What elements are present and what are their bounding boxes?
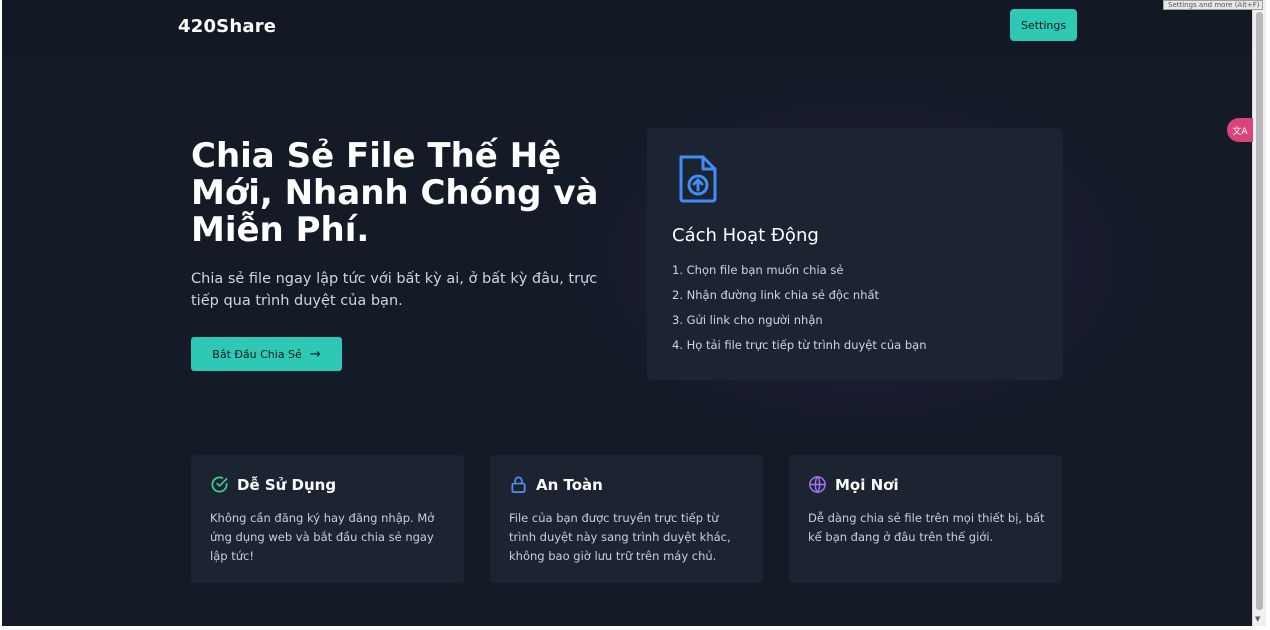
feature-card-everywhere: Mọi Nơi Dễ dàng chia sẻ file trên mọi th… [789,455,1062,583]
start-sharing-label: Bắt Đầu Chia Sẻ [212,347,302,361]
feature-description: Dễ dàng chia sẻ file trên mọi thiết bị, … [808,511,1045,544]
vertical-scrollbar[interactable]: ▲ ▼ [1252,0,1266,626]
scroll-thumb[interactable] [1256,12,1263,610]
feature-title: Dễ Sử Dụng [237,475,337,494]
step-item: 2. Nhận đường link chia sẻ độc nhất [672,288,880,302]
settings-button[interactable]: Settings [1010,9,1077,41]
feature-title: Mọi Nơi [835,475,899,494]
feature-card-easy: Dễ Sử Dụng Không cần đăng ký hay đăng nh… [191,455,464,583]
feature-description: Không cần đăng ký hay đăng nhập. Mở ứng … [210,511,435,563]
feature-card-secure: An Toàn File của bạn được truyền trực ti… [490,455,763,583]
check-circle-icon [211,476,228,493]
file-upload-icon [679,155,717,203]
arrow-right-icon: → [309,346,321,362]
globe-icon [809,475,826,494]
top-navigation-bar: 420Share Settings [2,0,1252,54]
scroll-down-arrow-icon[interactable]: ▼ [1255,615,1260,623]
lock-icon [511,476,526,493]
step-item: 3. Gửi link cho người nhận [672,313,823,327]
feature-description: File của bạn được truyền trực tiếp từ tr… [509,511,731,563]
settings-tooltip: Settings and more (Alt+F) [1163,0,1263,10]
how-it-works-card: Cách Hoạt Động 1. Chọn file bạn muốn chi… [647,128,1063,380]
how-it-works-title: Cách Hoạt Động [672,225,819,246]
translate-icon[interactable]: 文A [1227,118,1253,142]
hero-subtitle: Chia sẻ file ngay lập tức với bất kỳ ai,… [191,271,598,309]
start-sharing-button[interactable]: Bắt Đầu Chia Sẻ → [191,337,342,371]
app-window: 420Share Settings Chia Sẻ File Thế Hệ Mớ… [2,0,1252,626]
how-it-works-steps: 1. Chọn file bạn muốn chia sẻ 2. Nhận đư… [672,262,926,362]
step-item: 1. Chọn file bạn muốn chia sẻ [672,263,844,277]
hero-title: Chia Sẻ File Thế Hệ Mới, Nhanh Chóng và … [191,136,599,250]
step-item: 4. Họ tải file trực tiếp từ trình duyệt … [672,338,927,352]
brand-logo[interactable]: 420Share [178,16,276,37]
feature-title: An Toàn [536,475,603,494]
